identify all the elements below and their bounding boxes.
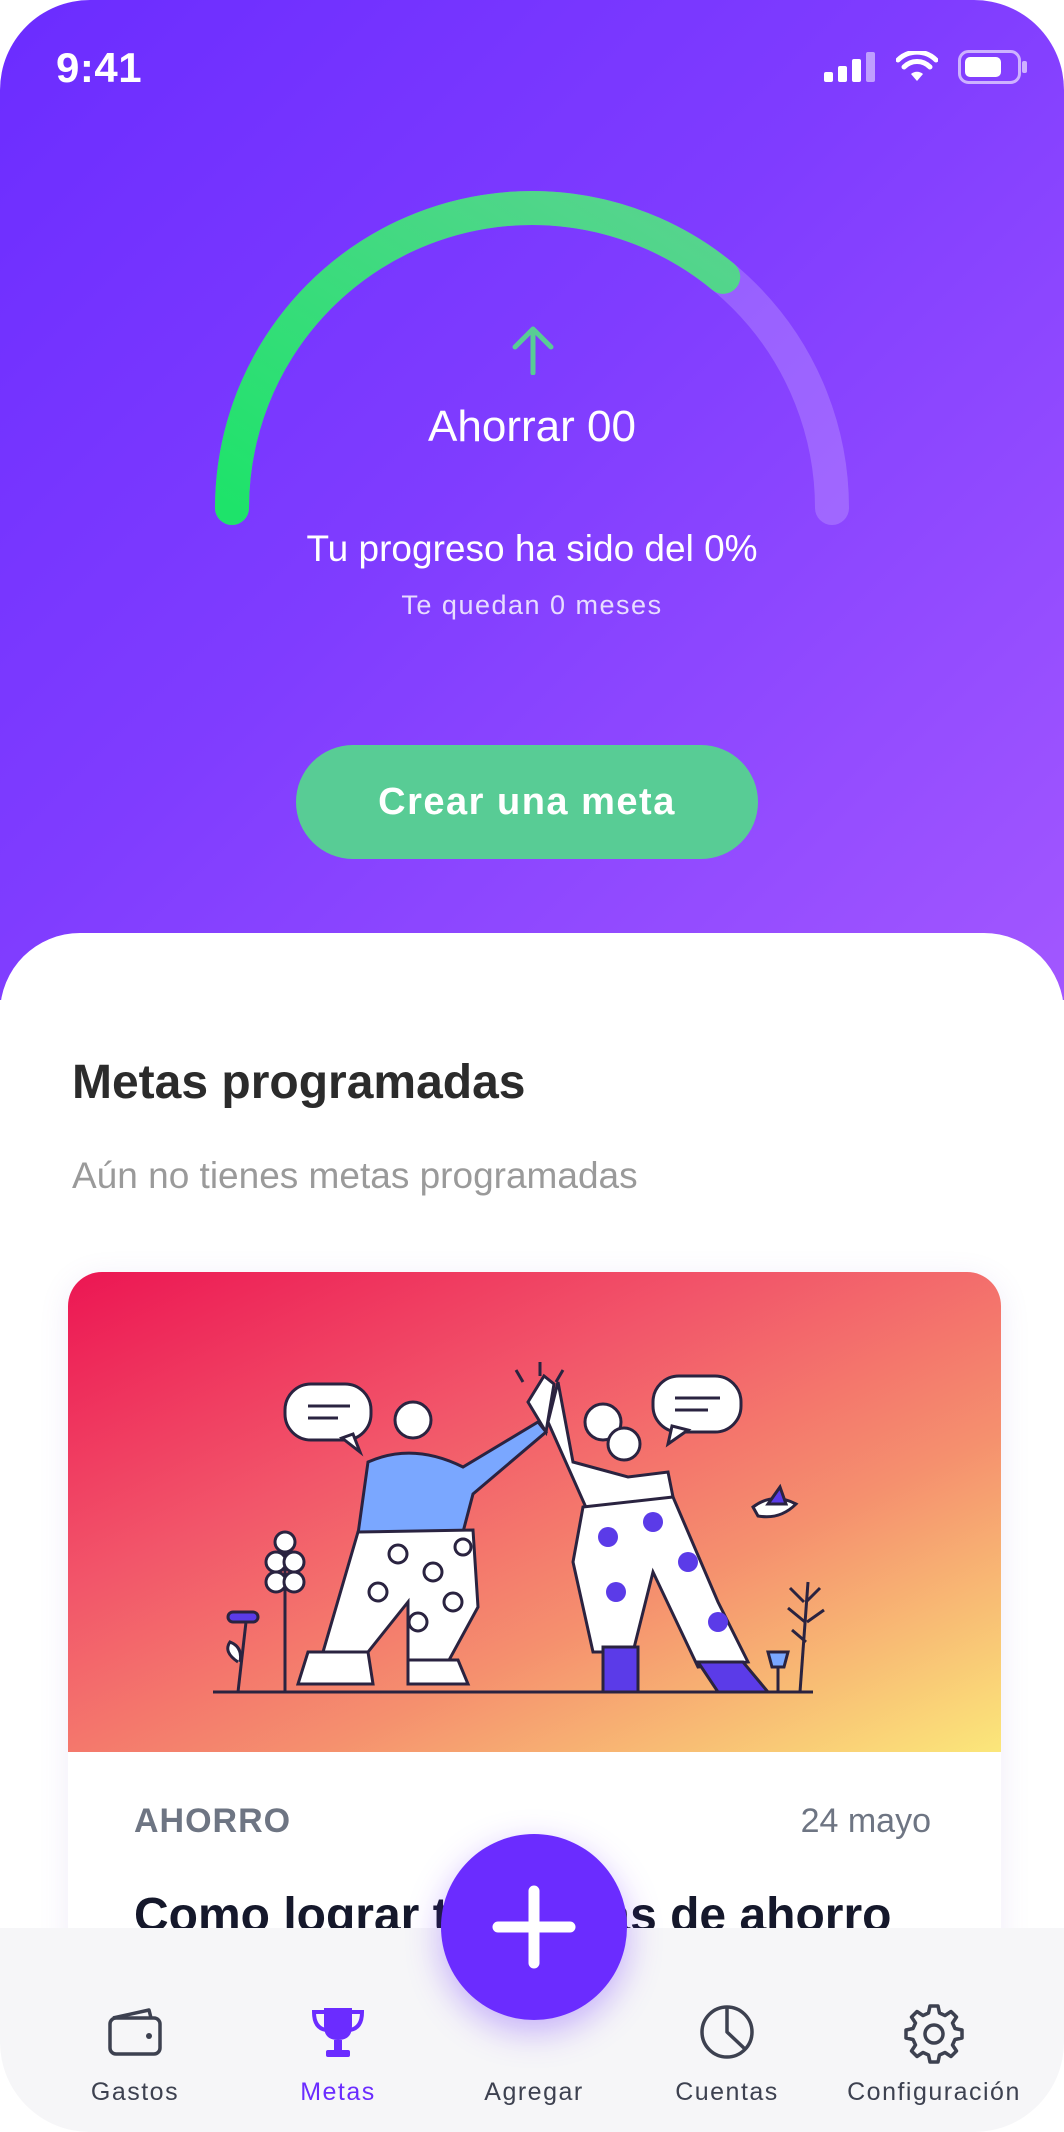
- person-right: [546, 1381, 772, 1694]
- app-screen: 9:41 Ahorrar 00 Tu progreso ha sido del …: [0, 0, 1064, 2132]
- progress-text: Tu progreso ha sido del 0%: [306, 528, 758, 569]
- nav-item-cuentas[interactable]: Cuentas: [637, 2000, 817, 2110]
- goal-header: 9:41 Ahorrar 00 Tu progreso ha sido del …: [0, 0, 1064, 1000]
- nav-label: Gastos: [90, 2078, 180, 2106]
- nav-label: Agregar: [484, 2078, 584, 2106]
- trophy-icon: [311, 2008, 365, 2057]
- wallet-icon: [108, 2008, 162, 2056]
- article-date: 24 mayo: [800, 1802, 931, 1840]
- nav-item-gastos[interactable]: Gastos: [45, 2000, 225, 2110]
- remaining-text: Te quedan 0 meses: [401, 590, 663, 620]
- section-title: Metas programadas: [72, 1056, 526, 1109]
- plant-far-left: [226, 1610, 260, 1693]
- article-category: AHORRO: [134, 1802, 292, 1840]
- plus-icon: [492, 1885, 576, 1969]
- gear-icon: [904, 2004, 964, 2064]
- arrow-up-icon: [512, 326, 554, 375]
- create-goal-button[interactable]: Crear una meta: [296, 745, 758, 859]
- nav-item-metas[interactable]: Metas: [248, 2000, 428, 2110]
- goal-title: Ahorrar 00: [428, 402, 636, 451]
- empty-state-text: Aún no tienes metas programadas: [72, 1155, 638, 1196]
- plant-left: [264, 1530, 306, 1692]
- pie-chart-icon: [700, 2005, 754, 2059]
- nav-label: Metas: [300, 2078, 376, 2106]
- gauge-fill: [215, 191, 741, 525]
- plant-right: [766, 1581, 825, 1693]
- article-illustration: [68, 1272, 1001, 1752]
- nav-label: Cuentas: [675, 2078, 779, 2106]
- add-button[interactable]: [441, 1834, 627, 2020]
- nav-item-configuracion[interactable]: Configuración: [844, 2000, 1024, 2110]
- nav-label: Configuración: [847, 2078, 1021, 2106]
- bird: [751, 1483, 799, 1519]
